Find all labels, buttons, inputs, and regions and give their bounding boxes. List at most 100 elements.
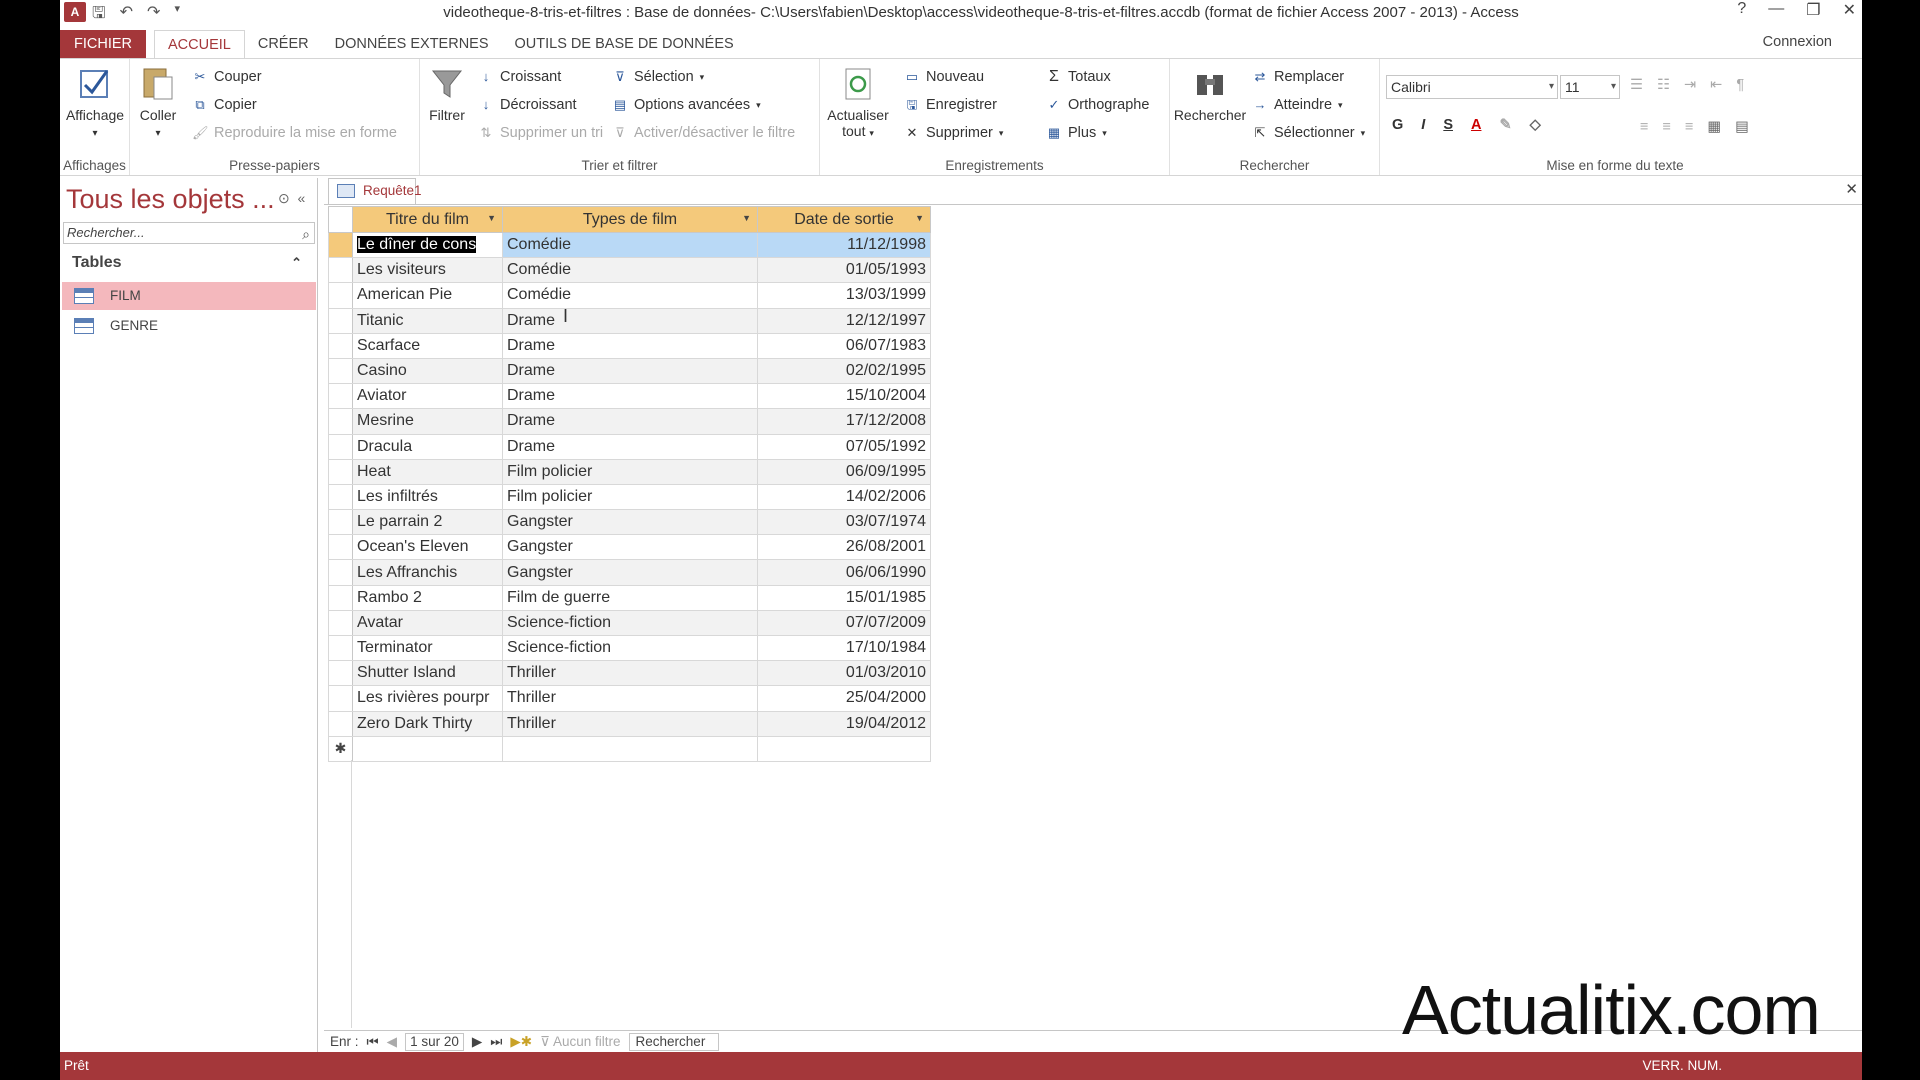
cell-date[interactable]: 25/04/2000 bbox=[757, 685, 931, 712]
collapse-section-icon[interactable]: ⌃ bbox=[291, 248, 302, 278]
cell-date[interactable]: 13/03/1999 bbox=[757, 282, 931, 309]
table-row[interactable]: Titanic Drame 12/12/1997 bbox=[328, 307, 931, 334]
tab-requete1[interactable]: Requête1 bbox=[328, 178, 422, 204]
cell-type[interactable]: Comédie bbox=[502, 257, 758, 284]
alternate-row-color-icon[interactable]: ▤ bbox=[1735, 119, 1749, 135]
refresh-all-button[interactable]: Actualiser tout ▾ bbox=[822, 65, 894, 139]
cell-type[interactable]: Film de guerre bbox=[502, 584, 758, 611]
more-button[interactable]: ▦ Plus ▾ bbox=[1046, 125, 1107, 141]
remove-sort-button[interactable]: ⇅ Supprimer un tri bbox=[478, 125, 604, 141]
cell-type[interactable]: Film policier bbox=[502, 458, 758, 485]
cell-date[interactable]: 26/08/2001 bbox=[757, 534, 931, 561]
table-row[interactable]: Les visiteurs Comédie 01/05/1993 bbox=[328, 257, 931, 284]
cell-titre[interactable]: Les rivières pourpr bbox=[352, 685, 503, 712]
cell-titre[interactable]: Mesrine bbox=[352, 408, 503, 435]
nav-menu-icon[interactable]: ⊙ bbox=[278, 190, 290, 206]
row-selector[interactable] bbox=[328, 408, 353, 435]
cell-titre[interactable]: Scarface bbox=[352, 332, 503, 359]
cell-date[interactable]: 12/12/1997 bbox=[757, 307, 931, 334]
table-row[interactable]: Heat Film policier 06/09/1995 bbox=[328, 458, 931, 485]
close-button[interactable]: ✕ bbox=[1843, 0, 1856, 20]
row-selector[interactable] bbox=[328, 509, 353, 536]
cell-type[interactable]: Thriller bbox=[502, 685, 758, 712]
table-row[interactable]: Ocean's Eleven Gangster 26/08/2001 bbox=[328, 534, 931, 561]
nav-pane-title[interactable]: Tous les objets ... bbox=[66, 184, 275, 215]
row-selector[interactable] bbox=[328, 685, 353, 712]
row-selector[interactable] bbox=[328, 559, 353, 586]
nav-item-genre[interactable]: GENRE bbox=[62, 312, 316, 340]
cell-date[interactable]: 17/10/1984 bbox=[757, 634, 931, 662]
cell-titre[interactable]: Ocean's Eleven bbox=[352, 534, 503, 561]
help-button[interactable]: ? bbox=[1737, 0, 1746, 20]
column-header-titre[interactable]: Titre du film ▼ bbox=[352, 206, 503, 233]
paste-button[interactable]: Coller ▾ bbox=[132, 65, 184, 139]
filter-button[interactable]: Filtrer bbox=[424, 65, 470, 123]
cell-date[interactable]: 19/04/2012 bbox=[757, 710, 931, 737]
new-record-row[interactable]: ✱ bbox=[328, 735, 931, 762]
sort-descending-button[interactable]: ↓ Décroissant bbox=[478, 97, 577, 113]
selection-filter-button[interactable]: ⊽ Sélection ▾ bbox=[612, 69, 704, 85]
cell-date[interactable]: 01/05/1993 bbox=[757, 257, 931, 284]
row-selector[interactable] bbox=[328, 458, 353, 485]
row-selector[interactable] bbox=[328, 710, 353, 737]
column-dropdown-icon[interactable]: ▼ bbox=[915, 213, 924, 223]
cell-date[interactable]: 17/12/2008 bbox=[757, 408, 931, 435]
record-search-input[interactable]: Rechercher bbox=[628, 1032, 719, 1051]
column-header-types[interactable]: Types de film ▼ bbox=[502, 206, 758, 233]
table-row[interactable]: Zero Dark Thirty Thriller 19/04/2012 bbox=[328, 710, 931, 737]
record-position-field[interactable]: 1 sur 20 bbox=[405, 1032, 464, 1051]
column-header-date[interactable]: Date de sortie ▼ bbox=[757, 206, 931, 233]
new-record-button[interactable]: ▭ Nouveau bbox=[904, 69, 984, 85]
select-button[interactable]: ⇱ Sélectionner ▾ bbox=[1252, 125, 1366, 141]
table-row[interactable]: Le dîner de cons Comédie 11/12/1998 bbox=[328, 231, 931, 259]
cell-type[interactable]: Comédie bbox=[502, 282, 758, 309]
numbered-list-icon[interactable]: ☷ bbox=[1657, 77, 1670, 93]
align-left-icon[interactable]: ≡ bbox=[1640, 119, 1648, 135]
find-button[interactable]: Rechercher bbox=[1172, 65, 1248, 123]
tab-creer[interactable]: CRÉER bbox=[245, 30, 322, 58]
cell-date[interactable]: 06/09/1995 bbox=[757, 458, 931, 485]
cell-date[interactable]: 01/03/2010 bbox=[757, 660, 931, 687]
cell-type[interactable]: Gangster bbox=[502, 509, 758, 536]
row-selector[interactable] bbox=[328, 231, 353, 259]
row-selector[interactable] bbox=[328, 483, 353, 511]
table-row[interactable]: Les rivières pourpr Thriller 25/04/2000 bbox=[328, 685, 931, 712]
restore-button[interactable]: ❐ bbox=[1806, 0, 1820, 20]
table-row[interactable]: Aviator Drame 15/10/2004 bbox=[328, 383, 931, 410]
cell-date[interactable]: 02/02/1995 bbox=[757, 357, 931, 385]
bullet-list-icon[interactable]: ☰ bbox=[1630, 77, 1643, 93]
next-record-icon[interactable]: ▶ bbox=[472, 1034, 482, 1050]
cell-date[interactable]: 15/10/2004 bbox=[757, 383, 931, 410]
save-record-button[interactable]: 🖫 Enregistrer bbox=[904, 97, 996, 113]
font-name-combo[interactable]: Calibri ▾ bbox=[1386, 75, 1558, 99]
cell-date[interactable] bbox=[757, 735, 931, 762]
cell-date[interactable]: 07/07/2009 bbox=[757, 609, 931, 637]
row-selector[interactable] bbox=[328, 383, 353, 410]
cell-type[interactable]: Drame bbox=[502, 307, 758, 334]
tab-fichier[interactable]: FICHIER bbox=[60, 30, 146, 58]
cell-type[interactable]: Science-fiction bbox=[502, 634, 758, 662]
cell-type[interactable]: Science-fiction bbox=[502, 609, 758, 637]
table-row[interactable]: American Pie Comédie 13/03/1999 bbox=[328, 282, 931, 309]
cell-type[interactable]: Drame bbox=[502, 332, 758, 359]
tab-outils-bdd[interactable]: OUTILS DE BASE DE DONNÉES bbox=[502, 30, 747, 58]
cell-titre[interactable]: Avatar bbox=[352, 609, 503, 637]
cell-type[interactable]: Drame bbox=[502, 433, 758, 460]
tab-donnees-externes[interactable]: DONNÉES EXTERNES bbox=[322, 30, 502, 58]
filter-status[interactable]: ⊽ Aucun filtre bbox=[540, 1034, 620, 1050]
paragraph-icon[interactable]: ¶ bbox=[1736, 77, 1744, 93]
view-button[interactable]: Affichage ▾ bbox=[62, 65, 128, 139]
table-row[interactable]: Shutter Island Thriller 01/03/2010 bbox=[328, 660, 931, 687]
advanced-filter-button[interactable]: ▤ Options avancées ▾ bbox=[612, 97, 761, 113]
gridlines-icon[interactable]: ▦ bbox=[1707, 119, 1721, 135]
cell-titre[interactable]: Le parrain 2 bbox=[352, 509, 503, 536]
font-color-icon[interactable]: A bbox=[1471, 117, 1481, 133]
indent-decrease-icon[interactable]: ⇤ bbox=[1710, 77, 1722, 93]
new-record-nav-icon[interactable]: ▶✱ bbox=[510, 1034, 532, 1050]
cell-type[interactable]: Thriller bbox=[502, 710, 758, 737]
row-selector[interactable] bbox=[328, 282, 353, 309]
cell-titre[interactable]: Shutter Island bbox=[352, 660, 503, 687]
cell-titre[interactable]: Rambo 2 bbox=[352, 584, 503, 611]
table-row[interactable]: Mesrine Drame 17/12/2008 bbox=[328, 408, 931, 435]
table-row[interactable]: Dracula Drame 07/05/1992 bbox=[328, 433, 931, 460]
